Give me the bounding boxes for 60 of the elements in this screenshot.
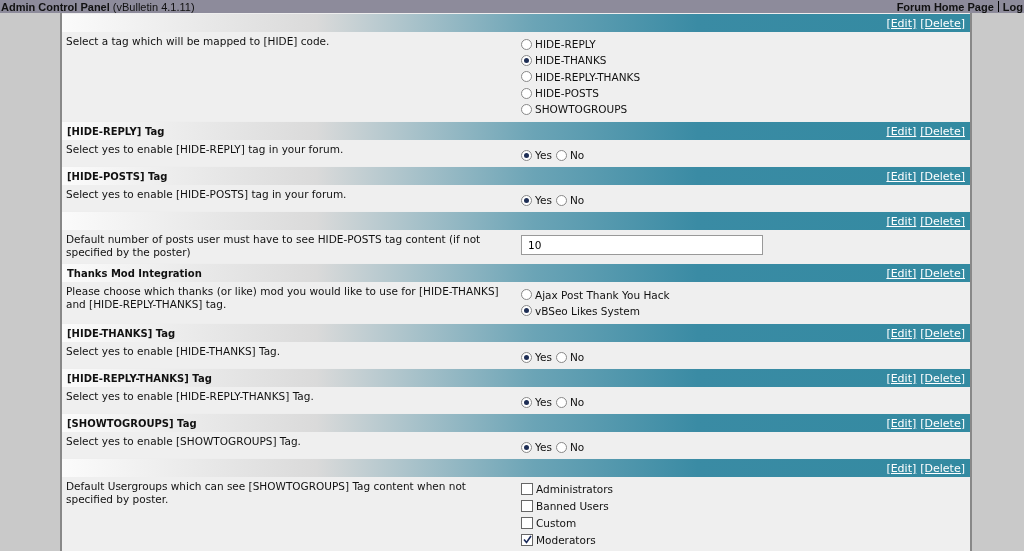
top-link[interactable]: Log (1002, 0, 1023, 13)
action-link[interactable]: [Edit] (886, 125, 917, 138)
action-link[interactable]: [Delete] (920, 267, 965, 280)
radio-option[interactable]: Yes (521, 395, 552, 410)
setting-description: Select yes to enable [HIDE-THANKS] Tag. (66, 345, 281, 358)
checkbox-option[interactable]: Moderators (521, 531, 614, 549)
action-link[interactable]: [Delete] (920, 461, 965, 475)
action-link[interactable]: [Edit] (886, 267, 917, 280)
section-title: [HIDE-REPLY] Tag (67, 126, 165, 137)
action-link[interactable]: [Edit] (886, 371, 917, 385)
action-link[interactable]: [Edit] (886, 215, 917, 228)
radio-option[interactable]: HIDE-THANKS (521, 52, 641, 69)
action-link[interactable]: [Delete] (920, 326, 965, 340)
action-link[interactable]: [Delete] (920, 16, 965, 30)
checkbox-option[interactable]: Custom (521, 514, 614, 532)
section-title: [SHOWTOGROUPS] Tag (67, 417, 197, 429)
setting-description: Please choose which thanks (or like) mod you would like to use for [HIDE-THANKS] and [HIDE-REPLY-THANKS] tag. (66, 285, 499, 311)
setting-description: Select yes to enable [HIDE-POSTS] tag in your forum. (66, 188, 347, 201)
radio-option[interactable]: Yes (521, 350, 552, 365)
section-title: [HIDE-THANKS] Tag (67, 327, 176, 339)
top-link[interactable]: Forum Home Page (896, 0, 994, 13)
radio-option[interactable]: SHOWTOGROUPS (521, 101, 641, 118)
radio-option[interactable]: Yes (521, 148, 552, 163)
action-link[interactable]: [Edit] (886, 170, 917, 183)
radio-option[interactable]: Ajax Post Thank You Hack (521, 286, 670, 303)
action-link[interactable]: [Delete] (920, 125, 965, 138)
action-link[interactable]: [Edit] (886, 16, 917, 30)
action-link[interactable]: [Edit] (886, 326, 917, 340)
number-input[interactable]: 10 (521, 235, 763, 256)
radio-option[interactable]: Yes (521, 193, 552, 208)
checkbox-option[interactable]: Banned Users (521, 497, 614, 515)
setting-description: Select a tag which will be mapped to [HIDE] code. (66, 35, 330, 47)
setting-description: Default Usergroups which can see [SHOWTOGROUPS] Tag content when not specified by poster. (66, 480, 466, 506)
radio-option[interactable]: HIDE-REPLY-THANKS (521, 68, 641, 85)
section-title: [HIDE-REPLY-THANKS] Tag (67, 372, 212, 384)
radio-option[interactable]: No (555, 395, 585, 410)
radio-option[interactable]: HIDE-REPLY (521, 36, 641, 53)
action-link[interactable]: [Delete] (920, 170, 965, 183)
radio-option[interactable]: No (555, 148, 585, 163)
panel-title: Admin Control Panel (vBulletin 4.1.11) (0, 0, 195, 13)
checkbox-option[interactable]: Administrators (521, 481, 614, 498)
link-separator (997, 1, 999, 12)
action-link[interactable]: [Delete] (920, 215, 965, 228)
action-link[interactable]: [Edit] (886, 461, 917, 475)
setting-description: Select yes to enable [HIDE-REPLY-THANKS] Tag. (66, 390, 314, 403)
setting-description: Select yes to enable [SHOWTOGROUPS] Tag. (66, 435, 301, 448)
radio-option[interactable]: HIDE-POSTS (521, 84, 641, 102)
setting-description: Select yes to enable [HIDE-REPLY] tag in your forum. (66, 143, 344, 156)
radio-option[interactable]: No (555, 350, 585, 365)
action-link[interactable]: [Delete] (920, 416, 965, 430)
action-link[interactable]: [Edit] (886, 416, 917, 430)
check-icon (522, 535, 532, 545)
radio-option[interactable]: Yes (521, 440, 552, 455)
radio-option[interactable]: No (555, 193, 585, 208)
radio-option[interactable]: vBSeo Likes System (521, 302, 670, 320)
action-link[interactable]: [Delete] (920, 371, 965, 385)
radio-option[interactable]: No (555, 440, 585, 455)
setting-description: Default number of posts user must have to see HIDE-POSTS tag content (if not specified by the poster) (66, 233, 481, 259)
section-title: [HIDE-POSTS] Tag (67, 171, 168, 182)
section-title: Thanks Mod Integration (67, 268, 202, 279)
